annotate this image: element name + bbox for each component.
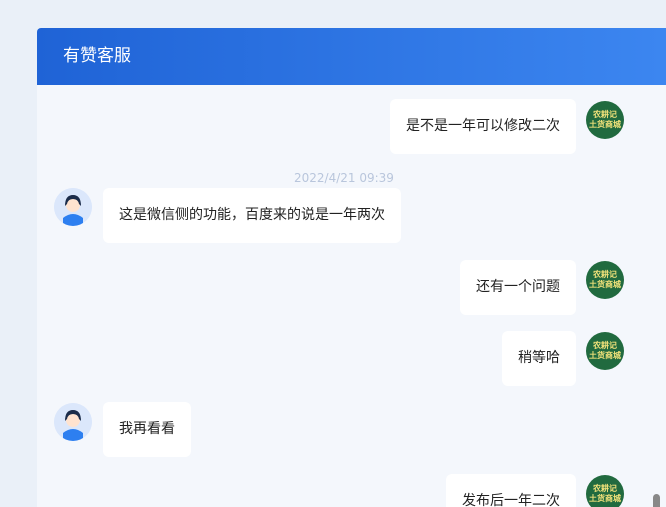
agent-avatar xyxy=(54,188,92,226)
agent-avatar-icon xyxy=(54,188,92,226)
message-bubble-agent: 我再看看 xyxy=(103,402,191,457)
customer-avatar: 农耕记 土货商城 xyxy=(586,101,624,139)
message-bubble-customer: 稍等哈 xyxy=(502,331,576,386)
chat-header: 有赞客服 xyxy=(37,28,666,85)
agent-avatar-icon xyxy=(54,403,92,441)
agent-avatar xyxy=(54,403,92,441)
customer-avatar: 农耕记 土货商城 xyxy=(586,332,624,370)
scrollbar-thumb[interactable] xyxy=(653,494,660,507)
chat-title: 有赞客服 xyxy=(63,46,131,66)
message-bubble-customer: 还有一个问题 xyxy=(460,260,576,315)
customer-avatar: 农耕记 土货商城 xyxy=(586,261,624,299)
chat-panel: 有赞客服 是不是一年可以修改二次 农耕记 土货商城 2022/4/21 09:39… xyxy=(37,28,666,507)
message-list[interactable]: 是不是一年可以修改二次 农耕记 土货商城 2022/4/21 09:39 这是微信… xyxy=(37,85,666,507)
message-bubble-agent: 这是微信侧的功能，百度来的说是一年两次 xyxy=(103,188,401,243)
message-bubble-customer: 是不是一年可以修改二次 xyxy=(390,99,576,154)
message-bubble-customer: 发布后一年二次 xyxy=(446,474,576,507)
customer-avatar: 农耕记 土货商城 xyxy=(586,475,624,507)
message-timestamp: 2022/4/21 09:39 xyxy=(294,171,394,185)
